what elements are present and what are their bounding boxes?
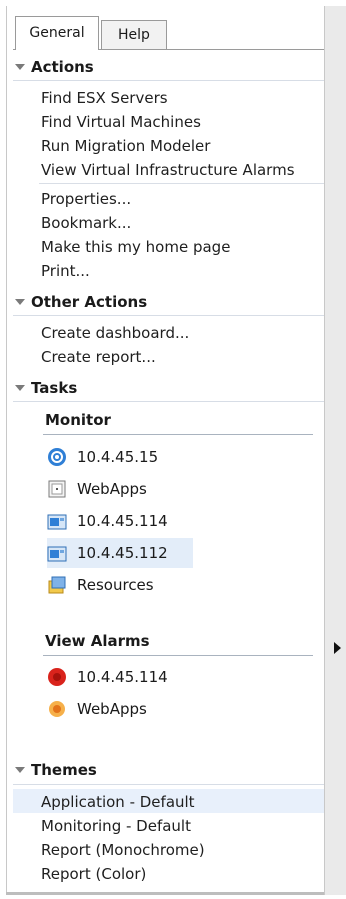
theme-monitoring-default[interactable]: Monitoring - Default	[41, 817, 191, 835]
alarm-item-label: 10.4.45.114	[77, 668, 168, 686]
alarm-item-label: WebApps	[77, 700, 147, 718]
collapse-triangle-icon[interactable]	[15, 299, 25, 305]
expand-arrow-icon[interactable]	[334, 642, 341, 654]
theme-application-default[interactable]: Application - Default	[41, 793, 195, 811]
themes-header-label: Themes	[31, 761, 97, 779]
other-actions-divider	[13, 315, 325, 316]
action-properties[interactable]: Properties...	[41, 190, 131, 208]
view-alarms-rule	[43, 655, 313, 656]
monitor-item-10-4-45-15[interactable]: 10.4.45.15	[47, 442, 158, 472]
tab-help[interactable]: Help	[101, 20, 167, 50]
monitor-item-10-4-45-114[interactable]: 10.4.45.114	[47, 506, 168, 536]
tasks-divider	[13, 401, 325, 402]
action-create-dashboard[interactable]: Create dashboard...	[41, 324, 189, 342]
monitor-item-resources[interactable]: Resources	[47, 570, 154, 600]
tasks-header[interactable]: Tasks	[15, 379, 77, 397]
action-print[interactable]: Print...	[41, 262, 90, 280]
other-actions-header-label: Other Actions	[31, 293, 148, 311]
monitor-item-webapps[interactable]: WebApps	[47, 474, 147, 504]
theme-report-monochrome[interactable]: Report (Monochrome)	[41, 841, 205, 859]
themes-divider	[13, 784, 325, 785]
host-icon	[47, 543, 67, 563]
action-find-virtual-machines[interactable]: Find Virtual Machines	[41, 113, 201, 131]
critical-alarm-icon	[47, 667, 67, 687]
actions-header[interactable]: Actions	[15, 58, 94, 76]
action-bookmark[interactable]: Bookmark...	[41, 214, 131, 232]
collapse-bar[interactable]	[324, 6, 346, 895]
monitor-item-label: 10.4.45.15	[77, 448, 159, 466]
view-alarms-title: View Alarms	[45, 632, 150, 650]
monitor-rule	[43, 434, 313, 435]
side-panel: General Help Actions Find ESX Servers Fi…	[6, 6, 325, 895]
alarm-item-webapps[interactable]: WebApps	[47, 694, 147, 724]
vcenter-icon	[47, 447, 67, 467]
warning-alarm-icon	[47, 699, 67, 719]
tasks-header-label: Tasks	[31, 379, 78, 397]
resources-icon	[47, 575, 67, 595]
action-make-home-page[interactable]: Make this my home page	[41, 238, 230, 256]
action-run-migration-modeler[interactable]: Run Migration Modeler	[41, 137, 210, 155]
actions-separator	[39, 183, 325, 184]
host-icon	[47, 511, 67, 531]
action-create-report[interactable]: Create report...	[41, 348, 156, 366]
collapse-triangle-icon[interactable]	[15, 64, 25, 70]
collapse-triangle-icon[interactable]	[15, 767, 25, 773]
themes-header[interactable]: Themes	[15, 761, 97, 779]
monitor-item-label: WebApps	[77, 480, 147, 498]
action-view-virtual-infrastructure-alarms[interactable]: View Virtual Infrastructure Alarms	[41, 161, 295, 179]
tab-general[interactable]: General	[15, 16, 99, 50]
monitor-title: Monitor	[45, 411, 111, 429]
monitor-item-label: 10.4.45.112	[77, 544, 168, 562]
theme-report-color[interactable]: Report (Color)	[41, 865, 146, 883]
monitor-item-label: 10.4.45.114	[77, 512, 168, 530]
other-actions-header[interactable]: Other Actions	[15, 293, 147, 311]
actions-header-label: Actions	[31, 58, 94, 76]
bottom-border	[6, 892, 324, 895]
monitor-item-10-4-45-112[interactable]: 10.4.45.112	[47, 538, 193, 568]
alarm-item-10-4-45-114[interactable]: 10.4.45.114	[47, 662, 168, 692]
actions-divider	[13, 80, 325, 81]
action-find-esx-servers[interactable]: Find ESX Servers	[41, 89, 168, 107]
monitor-item-label: Resources	[77, 576, 154, 594]
application-icon	[47, 479, 67, 499]
collapse-triangle-icon[interactable]	[15, 385, 25, 391]
